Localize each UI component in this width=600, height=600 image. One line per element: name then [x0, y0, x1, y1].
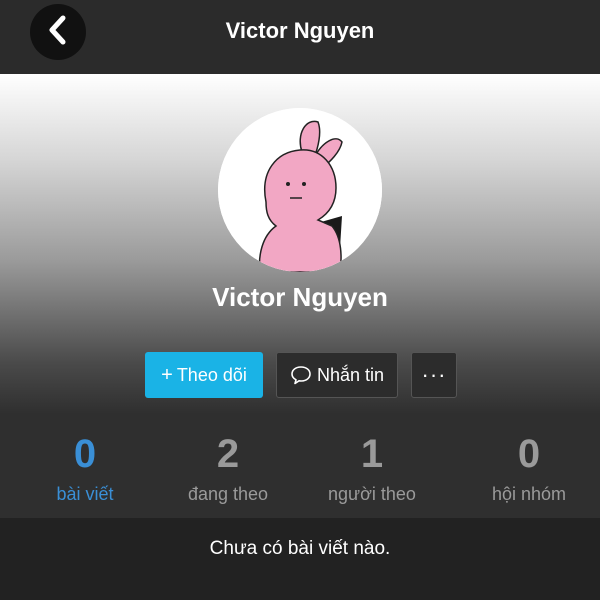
stat-value: 2 — [216, 432, 240, 476]
pink-rabbit-avatar — [218, 108, 382, 272]
empty-message: Chưa có bài viết nào. — [209, 538, 391, 559]
plus-icon: + — [161, 363, 173, 386]
stat-groups[interactable]: 0 hội nhóm — [458, 414, 600, 518]
message-label: Nhắn tin — [316, 364, 385, 385]
profile-header: Victor Nguyen + Theo dõi Nhắn tin ··· — [0, 74, 600, 414]
profile-screen: Victor Nguyen Victor Nguyen + Theo dõi N… — [0, 0, 600, 600]
stats-bar: 0 bài viết 2 đang theo 1 người theo 0 hộ… — [0, 414, 600, 518]
follow-button[interactable]: + Theo dõi — [145, 352, 263, 398]
stat-value: 1 — [360, 432, 384, 476]
chat-bubble-icon — [291, 366, 311, 385]
follow-label: Theo dõi — [176, 364, 247, 385]
stat-label: bài viết — [56, 484, 114, 504]
more-options-button[interactable]: ··· — [411, 352, 457, 398]
stat-value: 0 — [73, 432, 97, 476]
profile-name: Victor Nguyen — [212, 282, 388, 312]
action-buttons: + Theo dõi Nhắn tin ··· — [0, 352, 600, 398]
stat-posts[interactable]: 0 bài viết — [0, 414, 170, 518]
chevron-left-icon — [46, 15, 70, 50]
more-dots-icon: ··· — [421, 362, 447, 387]
stat-following[interactable]: 2 đang theo — [170, 414, 286, 518]
stat-label: đang theo — [187, 484, 269, 504]
stat-value: 0 — [517, 432, 541, 476]
stat-label: người theo — [328, 484, 416, 504]
back-button[interactable] — [30, 4, 86, 60]
avatar[interactable] — [218, 108, 382, 272]
message-button[interactable]: Nhắn tin — [276, 352, 398, 398]
stat-label: hội nhóm — [491, 484, 567, 504]
header-title: Victor Nguyen — [225, 18, 375, 43]
top-bar: Victor Nguyen — [0, 0, 600, 74]
empty-posts-area: Chưa có bài viết nào. — [0, 518, 600, 600]
stat-followers[interactable]: 1 người theo — [286, 414, 458, 518]
